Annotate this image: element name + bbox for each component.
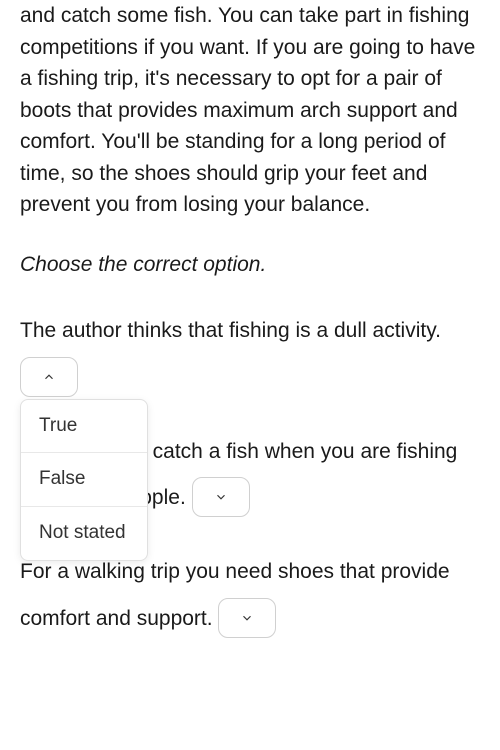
chevron-down-icon: [240, 611, 254, 625]
question-1: The author thinks that fishing is a dull…: [20, 308, 480, 401]
question-2-dropdown-toggle[interactable]: [192, 477, 250, 517]
question-3: For a walking trip you need shoes that p…: [20, 549, 480, 642]
question-1-dropdown-toggle[interactable]: [20, 357, 78, 397]
chevron-up-icon: [42, 370, 56, 384]
instruction-text: Choose the correct option.: [20, 249, 480, 281]
dropdown-option-true[interactable]: True: [21, 400, 147, 454]
dropdown-option-not-stated[interactable]: Not stated: [21, 507, 147, 560]
question-1-text: The author thinks that fishing is a dull…: [20, 319, 441, 342]
dropdown-option-false[interactable]: False: [21, 453, 147, 507]
question-3-dropdown-toggle[interactable]: [218, 598, 276, 638]
question-1-dropdown-menu: True False Not stated: [20, 399, 148, 561]
chevron-down-icon: [214, 490, 228, 504]
passage-text: and catch some fish. You can take part i…: [20, 0, 480, 221]
